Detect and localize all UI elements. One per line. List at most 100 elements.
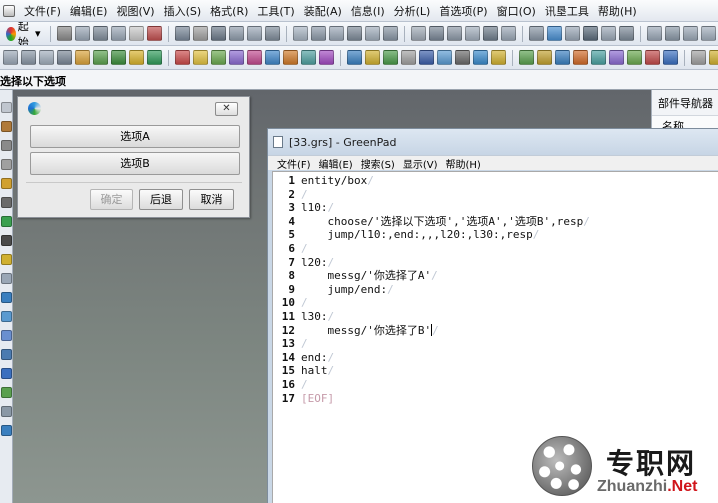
close-icon[interactable]: ✕: [215, 102, 238, 116]
toolbar-tool-icon[interactable]: [573, 50, 588, 65]
resource-tab-icon[interactable]: [1, 406, 12, 417]
toolbar-tool-icon[interactable]: [146, 26, 162, 41]
toolbar-tool-icon[interactable]: [582, 26, 598, 41]
menu-insert[interactable]: 插入(S): [164, 3, 202, 19]
ok-button[interactable]: 确定: [90, 189, 133, 210]
toolbar-tool-icon[interactable]: [21, 50, 36, 65]
resource-tab-icon[interactable]: [1, 102, 12, 113]
toolbar-tool-icon[interactable]: [618, 26, 634, 41]
toolbar-tool-icon[interactable]: [519, 50, 534, 65]
toolbar-tool-icon[interactable]: [264, 26, 280, 41]
gp-menu-edit[interactable]: 编辑(E): [319, 156, 353, 171]
toolbar-tool-icon[interactable]: [500, 26, 516, 41]
resource-tab-icon[interactable]: [1, 292, 12, 303]
menu-file[interactable]: 文件(F): [24, 3, 61, 19]
toolbar-tool-icon[interactable]: [74, 26, 90, 41]
toolbar-tool-icon[interactable]: [93, 50, 108, 65]
toolbar-tool-icon[interactable]: [283, 50, 298, 65]
gp-menu-view[interactable]: 显示(V): [403, 156, 438, 171]
toolbar-tool-icon[interactable]: [491, 50, 506, 65]
toolbar-tool-icon[interactable]: [110, 26, 126, 41]
greenpad-titlebar[interactable]: [33.grs] - GreenPad: [268, 129, 718, 155]
toolbar-tool-icon[interactable]: [193, 50, 208, 65]
toolbar-tool-icon[interactable]: [228, 26, 244, 41]
menu-analysis[interactable]: 分析(L): [394, 3, 431, 19]
toolbar-tool-icon[interactable]: [437, 50, 452, 65]
toolbar-tool-icon[interactable]: [129, 50, 144, 65]
cancel-button[interactable]: 取消: [189, 189, 234, 210]
toolbar-tool-icon[interactable]: [410, 26, 426, 41]
toolbar-tool-icon[interactable]: [210, 26, 226, 41]
menu-view[interactable]: 视图(V): [116, 3, 154, 19]
toolbar-tool-icon[interactable]: [401, 50, 416, 65]
toolbar-tool-icon[interactable]: [347, 50, 362, 65]
resource-tab-icon[interactable]: [1, 216, 12, 227]
toolbar-tool-icon[interactable]: [328, 26, 344, 41]
toolbar-tool-icon[interactable]: [537, 50, 552, 65]
toolbar-tool-icon[interactable]: [56, 26, 72, 41]
toolbar-tool-icon[interactable]: [3, 50, 18, 65]
toolbar-tool-icon[interactable]: [473, 50, 488, 65]
toolbar-tool-icon[interactable]: [319, 50, 334, 65]
toolbar-tool-icon[interactable]: [265, 50, 280, 65]
menu-assembly[interactable]: 装配(A): [304, 3, 342, 19]
resource-tab-icon[interactable]: [1, 235, 12, 246]
toolbar-tool-icon[interactable]: [564, 26, 580, 41]
resource-tab-icon[interactable]: [1, 159, 12, 170]
toolbar-tool-icon[interactable]: [664, 26, 680, 41]
toolbar-tool-icon[interactable]: [691, 50, 706, 65]
toolbar-tool-icon[interactable]: [382, 26, 398, 41]
option-a-button[interactable]: 选项A: [30, 125, 240, 148]
toolbar-tool-icon[interactable]: [446, 26, 462, 41]
resource-tab-icon[interactable]: [1, 197, 12, 208]
toolbar-tool-icon[interactable]: [310, 26, 326, 41]
gp-menu-file[interactable]: 文件(F): [277, 156, 311, 171]
toolbar-tool-icon[interactable]: [211, 50, 226, 65]
toolbar-tool-icon[interactable]: [709, 50, 718, 65]
resource-tab-icon[interactable]: [1, 121, 12, 132]
resource-tab-icon[interactable]: [1, 425, 12, 436]
toolbar-tool-icon[interactable]: [663, 50, 678, 65]
toolbar-tool-icon[interactable]: [39, 50, 54, 65]
toolbar-tool-icon[interactable]: [111, 50, 126, 65]
resource-tab-icon[interactable]: [1, 387, 12, 398]
toolbar-tool-icon[interactable]: [682, 26, 698, 41]
resource-tab-icon[interactable]: [1, 349, 12, 360]
resource-tab-icon[interactable]: [1, 140, 12, 151]
toolbar-tool-icon[interactable]: [292, 26, 308, 41]
toolbar-tool-icon[interactable]: [555, 50, 570, 65]
toolbar-tool-icon[interactable]: [646, 26, 662, 41]
resource-tab-icon[interactable]: [1, 368, 12, 379]
toolbar-tool-icon[interactable]: [147, 50, 162, 65]
toolbar-tool-icon[interactable]: [419, 50, 434, 65]
back-button[interactable]: 后退: [139, 189, 183, 210]
toolbar-tool-icon[interactable]: [700, 26, 716, 41]
menu-help[interactable]: 帮助(H): [598, 3, 637, 19]
toolbar-tool-icon[interactable]: [301, 50, 316, 65]
toolbar-tool-icon[interactable]: [591, 50, 606, 65]
toolbar-tool-icon[interactable]: [482, 26, 498, 41]
toolbar-tool-icon[interactable]: [175, 50, 190, 65]
toolbar-tool-icon[interactable]: [192, 26, 208, 41]
menu-format[interactable]: 格式(R): [210, 3, 248, 19]
toolbar-tool-icon[interactable]: [346, 26, 362, 41]
menu-xunken-tools[interactable]: 讯垦工具: [545, 3, 589, 19]
resource-tab-icon[interactable]: [1, 178, 12, 189]
toolbar-tool-icon[interactable]: [247, 50, 262, 65]
menu-information[interactable]: 信息(I): [351, 3, 385, 19]
toolbar-tool-icon[interactable]: [92, 26, 108, 41]
gp-menu-help[interactable]: 帮助(H): [446, 156, 481, 171]
toolbar-tool-icon[interactable]: [383, 50, 398, 65]
toolbar-tool-icon[interactable]: [464, 26, 480, 41]
toolbar-tool-icon[interactable]: [365, 50, 380, 65]
toolbar-tool-icon[interactable]: [128, 26, 144, 41]
menu-window[interactable]: 窗口(O): [497, 3, 536, 19]
resource-tab-icon[interactable]: [1, 273, 12, 284]
menu-tools[interactable]: 工具(T): [257, 3, 294, 19]
menu-preferences[interactable]: 首选项(P): [439, 3, 487, 19]
option-b-button[interactable]: 选项B: [30, 152, 240, 175]
toolbar-tool-icon[interactable]: [627, 50, 642, 65]
gp-menu-search[interactable]: 搜索(S): [361, 156, 395, 171]
toolbar-tool-icon[interactable]: [546, 26, 562, 41]
toolbar-tool-icon[interactable]: [75, 50, 90, 65]
